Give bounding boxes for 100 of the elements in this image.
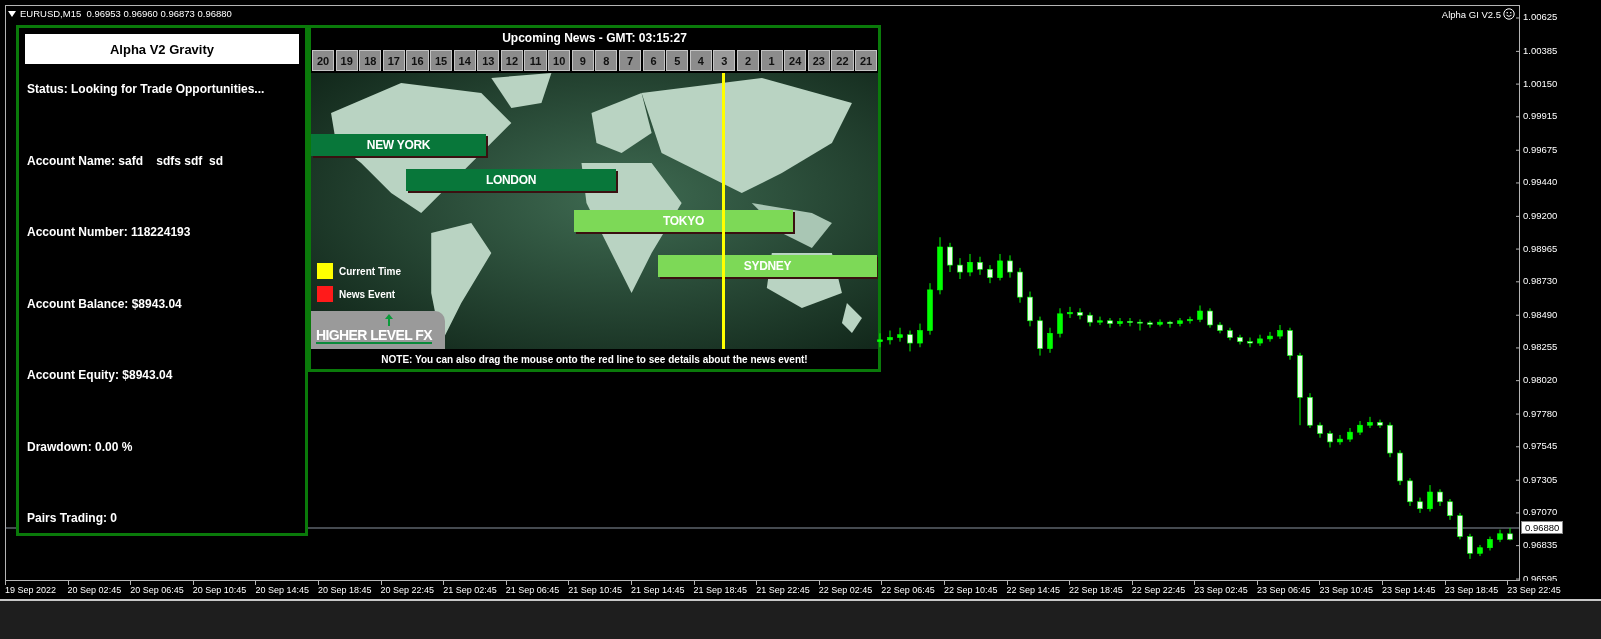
hour-box: 10: [548, 50, 571, 71]
candlestick: [1257, 334, 1263, 347]
candlestick: [967, 253, 973, 277]
hour-box: 17: [382, 50, 405, 71]
time-tick: 21 Sep 14:45: [630, 585, 685, 595]
time-tick: 20 Sep 06:45: [130, 585, 184, 595]
hour-box: 2: [736, 50, 760, 71]
time-tick: 21 Sep 18:45: [693, 585, 748, 595]
session-bar: SYDNEY: [658, 255, 877, 277]
candlestick: [957, 257, 963, 280]
candlestick: [987, 264, 993, 284]
candlestick: [1207, 307, 1213, 329]
hour-box: 3: [713, 50, 736, 71]
candlestick: [1317, 421, 1323, 439]
candlestick: [1117, 317, 1123, 327]
candlestick: [997, 253, 1003, 281]
panel-title: Alpha V2 Gravity: [25, 34, 299, 64]
time-tick: 23 Sep 14:45: [1382, 585, 1436, 595]
time-tick: 20 Sep 18:45: [317, 585, 372, 595]
hour-box: 8: [595, 50, 618, 71]
time-tick: 21 Sep 02:45: [443, 585, 497, 595]
price-tick: 0.98490: [1523, 308, 1558, 320]
time-tick: 20 Sep 22:45: [380, 585, 435, 595]
hour-box: 22: [831, 50, 854, 71]
candlestick: [1467, 533, 1473, 560]
info-line: Account Number: 118224193: [27, 225, 192, 239]
info-line: Drawdown: 0.00 %: [27, 439, 134, 454]
info-line: Account Name: safd sdfs sdf sd: [27, 153, 225, 168]
candlestick: [1027, 291, 1033, 327]
legend-label: Current Time: [339, 265, 402, 277]
smiley-icon: [1503, 8, 1515, 20]
price-tick: 0.97070: [1523, 506, 1558, 518]
hour-box: 4: [689, 50, 712, 71]
price-tick: 0.99440: [1523, 176, 1558, 188]
price-tick: 0.97305: [1523, 473, 1558, 485]
candlestick: [887, 330, 893, 345]
candlestick: [1427, 484, 1433, 513]
news-title: Upcoming News - GMT: 03:15:27: [501, 30, 688, 47]
arrow-icon: [385, 314, 393, 326]
hour-box: 13: [477, 50, 500, 71]
dropdown-icon[interactable]: [8, 10, 16, 17]
time-tick: 20 Sep 02:45: [67, 585, 122, 595]
price-tick: 0.98255: [1523, 341, 1558, 353]
hour-box: 20: [312, 50, 335, 71]
hour-box: 16: [406, 50, 429, 71]
price-tick: 0.98965: [1523, 242, 1558, 254]
candlestick: [1447, 498, 1453, 521]
candlestick: [1277, 324, 1283, 340]
note-text: NOTE: You can also drag the mouse onto the red line to see details about the news event!: [380, 352, 809, 367]
session-bar: NEW YORK: [311, 134, 486, 156]
candlestick: [977, 256, 983, 276]
candlestick: [1167, 320, 1173, 329]
candlestick: [877, 332, 883, 348]
candlestick: [1057, 307, 1063, 338]
candlestick: [1067, 306, 1073, 319]
info-line: Account Equity: $8943.04: [27, 368, 174, 382]
price-tick: 0.99675: [1523, 143, 1558, 155]
candlestick: [1137, 318, 1143, 332]
candlestick: [1457, 512, 1463, 540]
price-tick: 0.96835: [1523, 539, 1558, 551]
current-price-tag: 0.96880: [1521, 521, 1564, 534]
price-tick: 1.00150: [1523, 77, 1558, 89]
time-tick: 23 Sep 18:45: [1444, 585, 1499, 595]
info-line: Account Balance: $8943.04: [27, 296, 183, 311]
hour-box: 19: [335, 50, 358, 71]
candlestick: [1157, 318, 1163, 327]
candlestick: [1367, 416, 1373, 429]
time-tick: 23 Sep 02:45: [1194, 585, 1248, 595]
hour-box: 24: [784, 50, 807, 71]
time-tick: 20 Sep 10:45: [192, 585, 247, 595]
time-tick: 22 Sep 14:45: [1006, 585, 1061, 595]
hour-box: 18: [359, 50, 382, 71]
time-tick: 22 Sep 06:45: [881, 585, 935, 595]
candlestick: [1127, 317, 1133, 327]
candlestick: [1147, 320, 1153, 329]
price-tick: 0.99915: [1523, 110, 1558, 122]
hour-box: 7: [618, 50, 642, 71]
price-tick: 0.96595: [1523, 572, 1558, 581]
candlestick: [1407, 477, 1413, 507]
candlestick: [1177, 317, 1183, 327]
candlestick: [1007, 254, 1013, 279]
candlestick: [1337, 434, 1343, 446]
time-tick: 22 Sep 22:45: [1131, 585, 1186, 595]
hour-box: 23: [807, 50, 830, 71]
candlestick: [1047, 327, 1053, 354]
hour-box: 9: [571, 50, 594, 71]
time-tick: 23 Sep 10:45: [1319, 585, 1374, 595]
candlestick: [1377, 419, 1383, 429]
hour-box: 14: [453, 50, 476, 71]
time-tick: 23 Sep 22:45: [1507, 585, 1561, 595]
time-tick: 22 Sep 10:45: [943, 585, 998, 595]
candlestick: [1267, 331, 1273, 343]
candlestick: [1097, 316, 1103, 326]
time-tick: 19 Sep 2022: [5, 585, 57, 595]
price-tick: 0.98730: [1523, 275, 1558, 287]
candlestick: [907, 330, 913, 352]
info-line: Pairs Trading: 0: [27, 511, 119, 525]
candlestick: [1107, 317, 1113, 329]
price-tick: 0.98020: [1523, 374, 1558, 386]
price-tick: 1.00625: [1523, 11, 1558, 23]
